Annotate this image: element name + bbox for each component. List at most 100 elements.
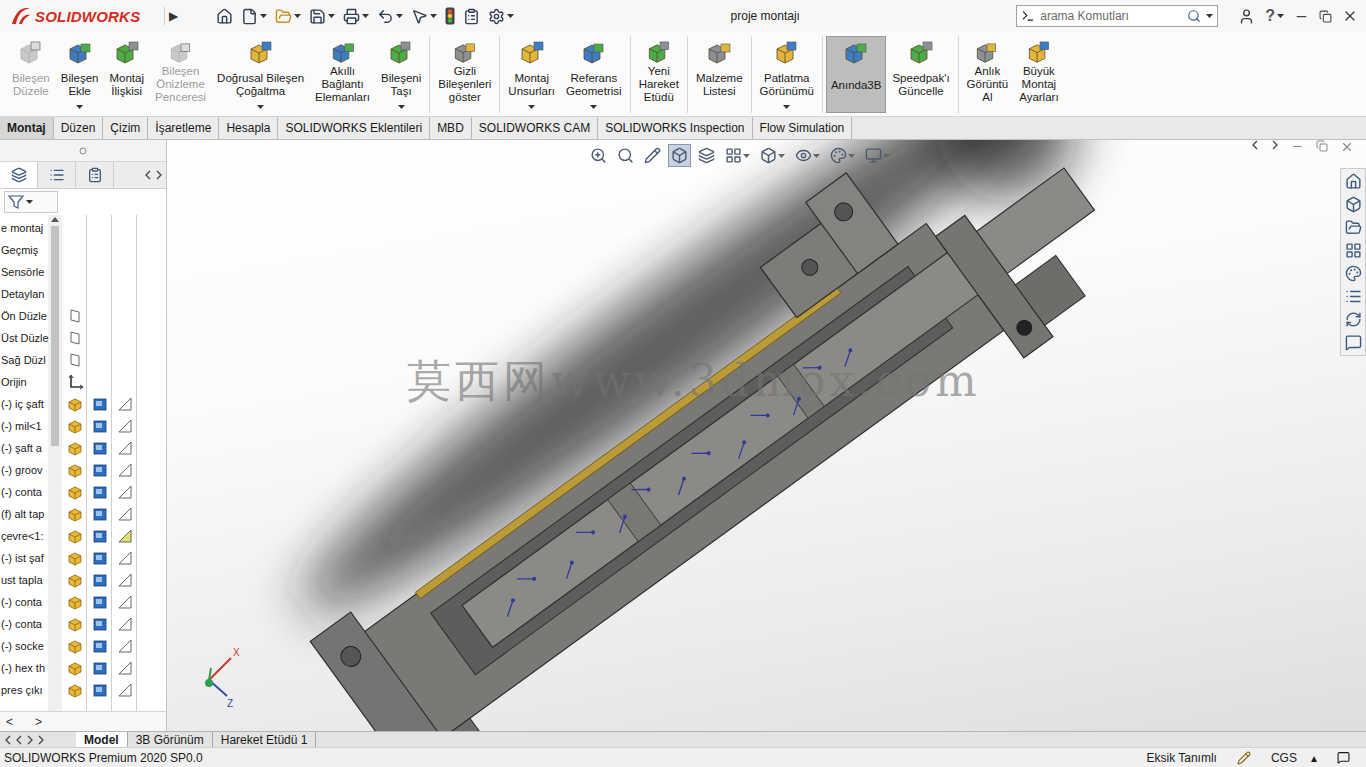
tree-item[interactable]: (-) şaft a [0,437,48,459]
save-icon[interactable] [309,8,326,25]
command-tab[interactable]: Flow Simulation [753,117,853,139]
new-button[interactable] [241,8,267,25]
next-tab-icon[interactable] [26,735,34,745]
panel-tab[interactable] [0,162,38,188]
filter-icon[interactable] [8,194,24,210]
tree-item[interactable]: Üst Düzle [0,327,48,349]
print-button[interactable] [343,8,369,25]
chevron-right-icon[interactable] [155,170,163,180]
tree-item[interactable]: Geçmiş [0,239,48,261]
view-tool[interactable] [695,144,718,167]
rebuild-icon[interactable] [445,7,455,25]
command-tab[interactable]: Montaj [0,117,54,139]
last-tab-icon[interactable] [37,735,45,745]
help-button[interactable]: ? [1265,7,1284,25]
bottom-tab[interactable]: Model [76,732,128,747]
logo[interactable]: SOLIDWORKS [10,6,158,26]
dropdown-icon[interactable] [528,105,535,109]
display-state-icon[interactable] [117,506,133,522]
ribbon-button[interactable]: BüyükMontajAyarları [1014,36,1063,113]
display-state-icon[interactable] [117,418,133,434]
task-pane-icon[interactable] [1345,334,1362,351]
pointer-icon[interactable] [411,8,428,25]
view-tool[interactable] [722,144,753,167]
display-state-icon[interactable] [117,682,133,698]
file-properties-button[interactable] [463,8,480,25]
dropdown-icon[interactable] [362,14,369,18]
close-icon[interactable] [1340,140,1354,154]
tree-item[interactable]: Ön Düzle [0,305,48,327]
bottom-tab[interactable]: Hareket Etüdü 1 [213,732,317,747]
configuration-icon[interactable] [87,167,103,183]
display-state-icon[interactable] [117,462,133,478]
task-pane-icon[interactable] [1345,242,1362,259]
tree-scrollbar[interactable] [48,215,62,711]
panel-tab[interactable] [76,162,114,188]
appearance-icon[interactable] [92,506,108,522]
previous-tab-icon[interactable] [15,735,23,745]
command-tab[interactable]: Çizim [103,117,148,139]
view-tool[interactable] [641,144,664,167]
property-icon[interactable] [49,167,65,183]
dropdown-icon[interactable] [328,14,335,18]
view-tool-icon[interactable] [644,147,661,164]
dropdown-icon[interactable] [813,154,820,158]
ribbon-button[interactable]: GizliBileşenlerigöster [433,36,496,113]
part-icon[interactable] [67,638,83,654]
part-icon[interactable] [67,594,83,610]
fitting[interactable] [421,718,493,731]
tree-item[interactable]: Orijin [0,371,48,393]
dropdown-icon[interactable] [783,105,790,109]
dropdown-icon[interactable] [76,105,83,109]
view-tool-icon[interactable] [617,147,634,164]
ribbon-button[interactable]: Doğrusal BileşenÇoğaltma [212,36,309,113]
panel-splitter[interactable] [0,140,166,162]
options-button[interactable] [488,8,514,25]
task-pane-icon[interactable] [1345,219,1362,236]
ribbon-button[interactable]: BileşenDüzele [7,36,55,113]
view-tool[interactable] [827,144,858,167]
tree-item[interactable]: e montaj [0,217,48,239]
task-pane-icon[interactable] [1345,173,1362,190]
bracket[interactable] [806,173,898,274]
tree-item[interactable]: Sağ Düzl [0,349,48,371]
part-icon[interactable] [67,528,83,544]
dropdown-icon[interactable] [257,105,264,109]
file-properties-icon[interactable] [463,8,480,25]
ribbon-button[interactable]: YeniHareketEtüdü [634,36,684,113]
part-icon[interactable] [67,550,83,566]
command-tab[interactable]: Düzen [54,117,104,139]
part-icon[interactable] [67,616,83,632]
dropdown-icon[interactable] [883,154,890,158]
scroll-button[interactable]: < [6,715,13,729]
plane-icon[interactable] [67,352,83,368]
display-state-icon[interactable] [117,484,133,500]
restore-icon[interactable] [1319,10,1332,23]
tree-item[interactable]: pres çıkı [0,679,48,701]
open-button[interactable] [275,8,301,25]
dropdown-icon[interactable] [398,105,405,109]
splitter-icon[interactable] [79,147,87,155]
graphics-area[interactable]: XZ莫西网www.3dmox.com [167,140,1366,731]
dropdown-icon[interactable] [396,14,403,18]
appearance-icon[interactable] [92,484,108,500]
undo-icon[interactable] [377,8,394,25]
display-state-icon[interactable] [117,528,133,544]
ribbon-button[interactable]: PatlatmaGörünümü [755,36,819,113]
ribbon-button[interactable]: MalzemeListesi [691,36,748,113]
plane-icon[interactable] [67,330,83,346]
tree-item[interactable]: (f) alt tap [0,503,48,525]
dropdown-icon[interactable] [1206,14,1213,18]
scroll-up-icon[interactable] [51,217,59,222]
home-button[interactable] [216,8,233,25]
search-icon[interactable] [1187,9,1201,23]
undo-button[interactable] [377,8,403,25]
display-state-icon[interactable] [117,440,133,456]
dropdown-icon[interactable] [430,14,437,18]
appearance-icon[interactable] [92,638,108,654]
dropdown-icon[interactable] [294,14,301,18]
gasket[interactable] [415,287,840,599]
ribbon-button[interactable]: BileşeniTaşı [376,36,426,113]
part-icon[interactable] [67,484,83,500]
open-folder-icon[interactable] [275,8,292,25]
